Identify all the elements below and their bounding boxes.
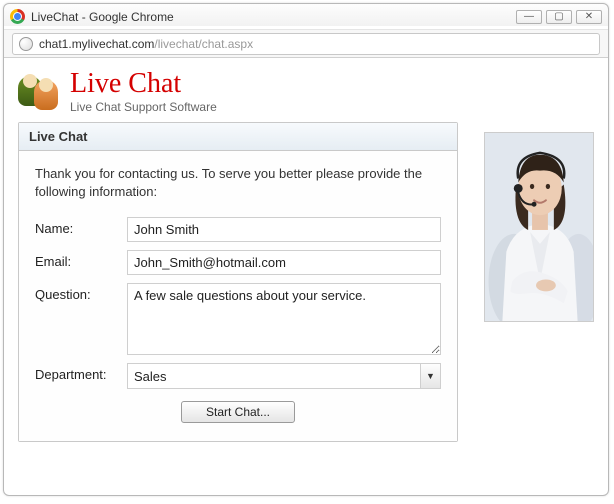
department-select[interactable]: Sales (127, 363, 441, 389)
url-host: chat1.mylivechat.com (39, 37, 154, 51)
minimize-button[interactable]: — (516, 10, 542, 24)
brand-subtitle: Live Chat Support Software (70, 100, 217, 114)
email-field[interactable] (127, 250, 441, 275)
intro-text: Thank you for contacting us. To serve yo… (35, 165, 441, 201)
browser-window: LiveChat - Google Chrome — ▢ ✕ chat1.myl… (3, 3, 609, 496)
panel-title: Live Chat (19, 123, 457, 151)
row-name: Name: (35, 217, 441, 242)
brand-header: Live Chat Live Chat Support Software (18, 70, 594, 114)
brand-text: Live Chat Live Chat Support Software (70, 70, 217, 114)
department-select-wrap: Sales ▼ (127, 363, 441, 389)
maximize-button[interactable]: ▢ (546, 10, 572, 24)
row-question: Question: A few sale questions about you… (35, 283, 441, 355)
globe-icon (19, 37, 33, 51)
panel-body: Thank you for contacting us. To serve yo… (19, 151, 457, 441)
agent-photo (484, 132, 594, 322)
start-chat-button[interactable]: Start Chat... (181, 401, 295, 423)
button-row: Start Chat... (35, 401, 441, 423)
label-question: Question: (35, 283, 127, 302)
label-email: Email: (35, 250, 127, 269)
chrome-icon (10, 9, 25, 24)
page-content: Live Chat Live Chat Support Software Liv… (4, 58, 608, 493)
people-icon (18, 72, 60, 112)
close-button[interactable]: ✕ (576, 10, 602, 24)
url-path: /livechat/chat.aspx (154, 37, 253, 51)
label-department: Department: (35, 363, 127, 382)
label-name: Name: (35, 217, 127, 236)
question-field[interactable]: A few sale questions about your service. (127, 283, 441, 355)
row-email: Email: (35, 250, 441, 275)
url-field[interactable]: chat1.mylivechat.com/livechat/chat.aspx (12, 33, 600, 55)
brand-title: Live Chat (70, 70, 217, 98)
name-field[interactable] (127, 217, 441, 242)
window-title: LiveChat - Google Chrome (31, 10, 174, 24)
row-department: Department: Sales ▼ (35, 363, 441, 389)
form-panel: Live Chat Thank you for contacting us. T… (18, 122, 458, 442)
window-controls: — ▢ ✕ (516, 10, 602, 24)
titlebar: LiveChat - Google Chrome — ▢ ✕ (4, 4, 608, 30)
address-bar: chat1.mylivechat.com/livechat/chat.aspx (4, 30, 608, 58)
